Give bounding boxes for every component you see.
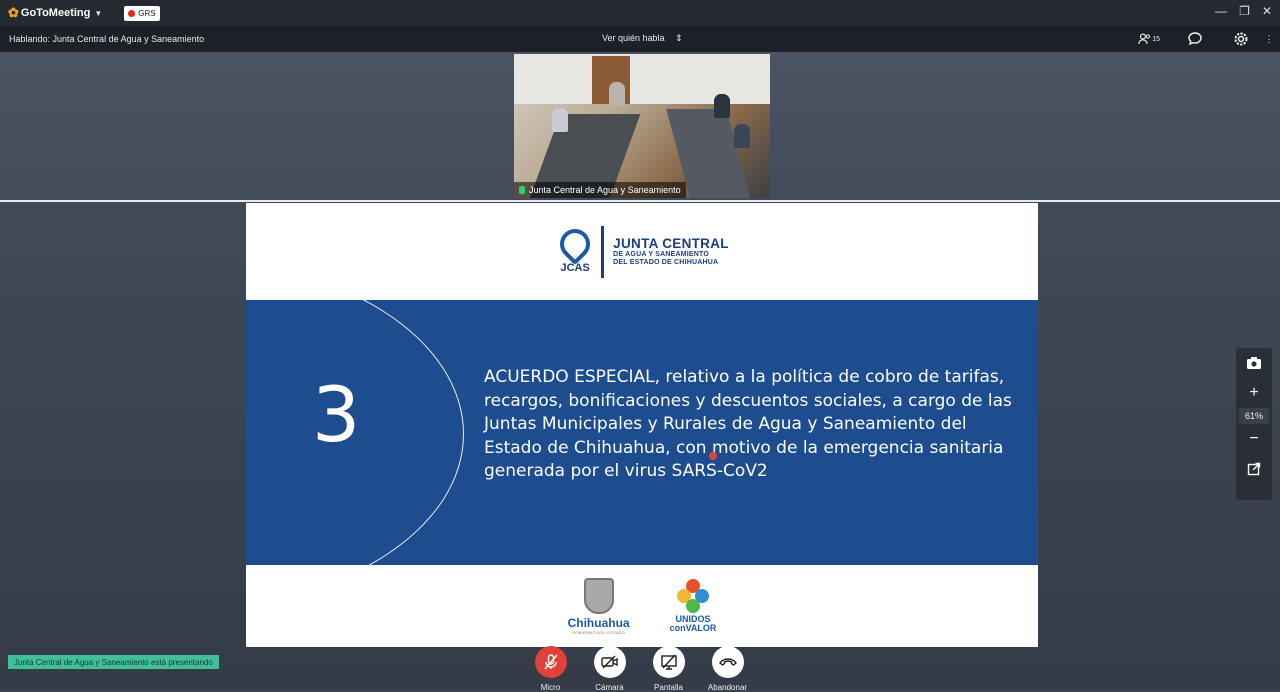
presenter-pointer — [709, 452, 717, 460]
zoom-in-button[interactable]: + — [1236, 378, 1272, 408]
video-label-text: Junta Central de Agua y Saneamiento — [529, 185, 681, 195]
water-drop-icon — [553, 222, 597, 266]
org-subtitle-2: DEL ESTADO DE CHIHUAHUA — [613, 259, 719, 266]
more-options-button[interactable]: ⋮ — [1264, 28, 1274, 50]
view-selector-label: Ver quién habla — [602, 33, 665, 43]
org-subtitle-1: DE AGUA Y SANEAMIENTO — [613, 251, 710, 258]
logo-separator — [601, 225, 605, 278]
org-title: JUNTA CENTRAL — [613, 236, 729, 251]
slide-footer: Chihuahua GOBIERNO DEL ESTADO UNIDOS con… — [246, 565, 1038, 647]
restore-button[interactable]: ❐ — [1239, 4, 1250, 18]
leave-button[interactable]: Abandonar — [705, 646, 750, 692]
gotomeeting-logo-icon: ✿ — [8, 5, 19, 20]
slide-header: JCAS JUNTA CENTRAL DE AGUA Y SANEAMIENTO… — [246, 203, 1038, 300]
video-person — [609, 82, 625, 106]
view-selector[interactable]: Ver quién habla ⇕ — [602, 33, 683, 44]
video-person — [714, 94, 730, 118]
participants-button[interactable]: 15 — [1138, 28, 1160, 50]
agenda-item-text: ACUERDO ESPECIAL, relativo a la política… — [484, 367, 1012, 481]
minus-icon: − — [1249, 430, 1259, 447]
shared-screen-slide: JCAS JUNTA CENTRAL DE AGUA Y SANEAMIENTO… — [246, 203, 1038, 647]
chihuahua-subtitle: GOBIERNO DEL ESTADO — [571, 629, 626, 635]
jcas-logo: JCAS JUNTA CENTRAL DE AGUA Y SANEAMIENTO… — [553, 222, 729, 278]
microphone-active-icon — [519, 186, 525, 194]
screen-label: Pantalla — [654, 683, 683, 692]
camera-icon — [1247, 357, 1261, 369]
camera-label: Cámara — [595, 683, 624, 692]
window-controls: — ❐ ✕ — [1215, 4, 1272, 18]
state-shield-icon — [583, 577, 614, 614]
more-vertical-icon: ⋮ — [1264, 33, 1274, 44]
slide-content-band: 3 ACUERDO ESPECIAL, relativo a la políti… — [246, 300, 1038, 565]
mic-label: Micro — [540, 683, 561, 692]
screen-share-off-icon — [660, 654, 677, 670]
app-name: GoToMeeting — [20, 7, 91, 19]
chihuahua-logo: Chihuahua GOBIERNO DEL ESTADO — [567, 577, 630, 635]
active-speaker-text: Hablando: Junta Central de Agua y Saneam… — [9, 34, 205, 44]
people-icon — [1138, 33, 1151, 44]
meeting-toolbar: Hablando: Junta Central de Agua y Saneam… — [0, 26, 1280, 52]
hang-up-icon — [718, 658, 737, 666]
camera-button-circle — [593, 646, 626, 678]
pop-out-button[interactable] — [1236, 454, 1272, 484]
app-menu[interactable]: ✿ GoToMeeting ▼ — [8, 5, 102, 21]
minimize-button[interactable]: — — [1215, 4, 1227, 18]
video-divider — [0, 200, 1280, 202]
unidos-con-valor-logo: UNIDOS conVALOR — [669, 579, 717, 633]
screenshot-button[interactable] — [1236, 348, 1272, 378]
agenda-item-number: 3 — [312, 370, 361, 459]
mic-button[interactable]: Micro — [528, 646, 573, 692]
video-person — [552, 108, 568, 132]
settings-button[interactable] — [1230, 28, 1252, 50]
chat-icon — [1188, 32, 1202, 46]
mic-button-circle — [534, 646, 567, 678]
zoom-out-button[interactable]: − — [1236, 424, 1272, 454]
jcas-name: JUNTA CENTRAL DE AGUA Y SANEAMIENTO DEL … — [613, 236, 729, 267]
updown-chevron-icon: ⇕ — [675, 33, 683, 43]
plus-icon: + — [1249, 384, 1259, 401]
chevron-down-icon: ▼ — [94, 8, 103, 18]
petal — [686, 599, 700, 613]
record-icon — [128, 9, 136, 17]
chihuahua-name: Chihuahua — [567, 615, 630, 630]
external-window-icon — [1247, 462, 1261, 476]
colorful-flower-icon — [677, 579, 709, 615]
video-label: Junta Central de Agua y Saneamiento — [514, 182, 686, 198]
screen-share-button[interactable]: Pantalla — [646, 646, 691, 692]
title-bar: ✿ GoToMeeting ▼ GRS — ❐ ✕ — [0, 0, 1280, 26]
gear-icon — [1234, 32, 1248, 46]
recording-badge[interactable]: GRS — [124, 5, 160, 21]
leave-label: Abandonar — [707, 683, 748, 692]
jcas-emblem: JCAS — [553, 222, 597, 274]
video-background-wall — [514, 54, 770, 104]
bottom-control-bar: Micro Cámara Pantalla Abandonar — [528, 646, 750, 692]
screen-share-controls: + 61% − — [1236, 348, 1272, 500]
microphone-muted-icon — [543, 654, 558, 670]
zoom-level: 61% — [1239, 408, 1269, 424]
chat-button[interactable] — [1184, 28, 1206, 50]
presenter-status-badge: Junta Central de Agua y Saneamiento está… — [8, 655, 219, 669]
leave-button-circle — [711, 646, 744, 678]
webcam-video[interactable]: Junta Central de Agua y Saneamiento — [514, 54, 770, 198]
participants-count: 15 — [1152, 35, 1160, 43]
screen-button-circle — [652, 646, 685, 678]
camera-button[interactable]: Cámara — [587, 646, 632, 692]
camera-off-icon — [600, 655, 618, 669]
video-person — [734, 124, 750, 148]
recording-label: GRS — [138, 8, 156, 18]
close-button[interactable]: ✕ — [1262, 4, 1272, 18]
con-valor-text: conVALOR — [669, 623, 717, 633]
